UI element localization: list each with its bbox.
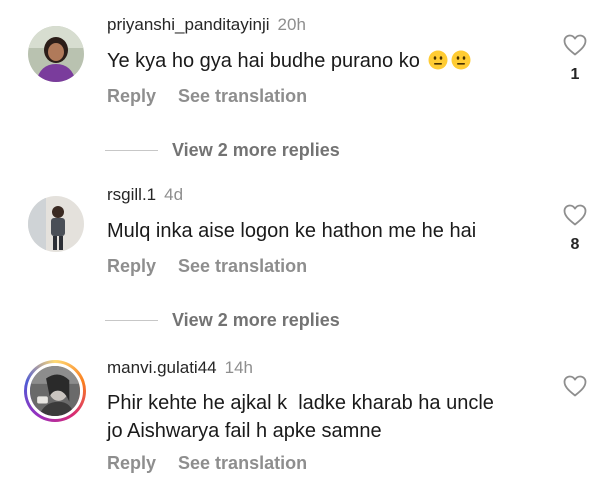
heart-icon[interactable] [563,204,587,226]
avatar-photo [28,196,84,252]
comment-text-content: Ye kya ho gya hai budhe purano ko [107,50,420,72]
neutral-face-emoji-icon [451,50,471,70]
timestamp: 20h [277,15,306,34]
reply-button[interactable]: Reply [107,453,156,473]
comment-text: Mulq inka aise logon ke hathon me he hai [107,217,547,245]
comment-actions: Reply See translation [107,255,307,277]
avatar[interactable] [28,196,84,252]
view-more-replies-button[interactable]: View 2 more replies [105,309,340,331]
like-control: 1 [562,34,588,84]
see-translation-button[interactable]: See translation [178,256,307,276]
see-translation-button[interactable]: See translation [178,453,307,473]
see-translation-button[interactable]: See translation [178,86,307,106]
avatar-photo [30,366,80,416]
avatar-with-story-ring[interactable] [24,360,86,422]
username[interactable]: manvi.gulati44 [107,358,217,377]
heart-icon[interactable] [563,34,587,56]
comment-text-line: jo Aishwarya fail h apke samne [107,420,382,442]
comment-item: priyanshi_panditayinji 20h Ye kya ho gya … [0,0,603,120]
comment-text: Phir kehte he ajkal k ladke kharab ha un… [107,389,547,445]
timestamp: 4d [164,185,184,204]
comment-meta: priyanshi_panditayinji 20h [107,15,306,35]
timestamp: 14h [224,358,253,377]
username[interactable]: priyanshi_panditayinji [107,15,270,34]
reply-button[interactable]: Reply [107,256,156,276]
comment-meta: manvi.gulati44 14h [107,358,253,378]
comment-text-content: Mulq inka aise logon ke hathon me he hai [107,220,477,242]
like-control [562,375,588,407]
comment-item: rsgill.1 4d Mulq inka aise logon ke hatho… [0,170,603,290]
view-more-replies-button[interactable]: View 2 more replies [105,139,340,161]
avatar [27,363,83,419]
comments-list: priyanshi_panditayinji 20h Ye kya ho gya … [0,0,603,483]
divider-line [105,149,158,151]
comment-actions: Reply See translation [107,85,307,107]
like-count: 8 [570,236,580,253]
comment-text-line: Phir kehte he ajkal k ladke kharab ha un… [107,392,494,414]
like-control: 8 [562,204,588,254]
comment-meta: rsgill.1 4d [107,185,183,205]
reply-button[interactable]: Reply [107,86,156,106]
heart-icon[interactable] [563,375,587,397]
view-replies-label: View 2 more replies [172,139,340,160]
comment-text: Ye kya ho gya hai budhe purano ko [107,47,547,75]
username[interactable]: rsgill.1 [107,185,156,204]
divider-line [105,319,158,321]
avatar[interactable] [28,26,84,82]
view-replies-label: View 2 more replies [172,309,340,330]
comment-item: manvi.gulati44 14h Phir kehte he ajkal k … [0,343,603,483]
like-count: 1 [570,66,580,83]
avatar-photo [28,26,84,82]
neutral-face-emoji-icon [428,50,448,70]
comment-actions: Reply See translation [107,452,307,474]
